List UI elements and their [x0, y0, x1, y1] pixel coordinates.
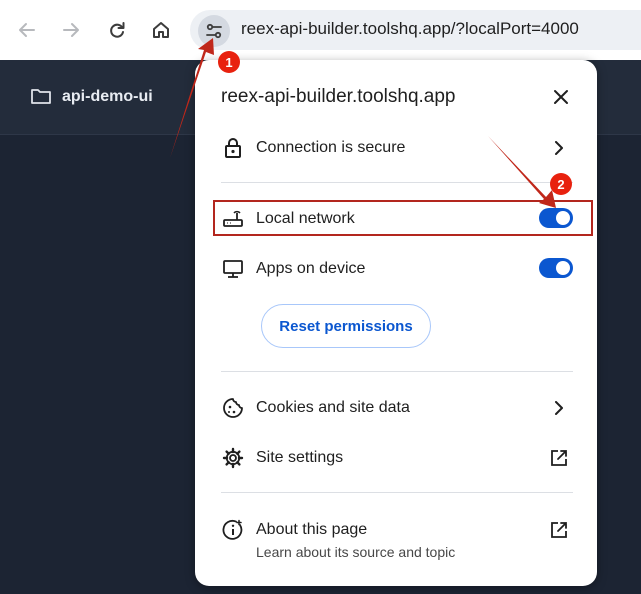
- site-info-button[interactable]: [198, 15, 230, 47]
- connection-row[interactable]: Connection is secure: [195, 128, 597, 168]
- folder-icon: [31, 89, 51, 104]
- reset-permissions-button[interactable]: Reset permissions: [261, 304, 431, 348]
- cookies-label: Cookies and site data: [256, 399, 410, 416]
- close-icon: [554, 90, 568, 104]
- step-badge-2: 2: [550, 173, 572, 195]
- highlight-box: [213, 200, 593, 236]
- about-label: About this page: [256, 521, 368, 538]
- home-icon: [153, 22, 169, 38]
- browser-toolbar: reex-api-builder.toolshq.app/?localPort=…: [0, 0, 641, 60]
- close-button[interactable]: [547, 83, 575, 111]
- back-arrow-icon: [19, 23, 35, 37]
- permission-row-apps-on-device: Apps on device: [195, 249, 597, 289]
- about-sublabel: Learn about its source and topic: [256, 544, 456, 560]
- divider: [221, 371, 573, 372]
- monitor-icon: [221, 257, 245, 281]
- cookies-row[interactable]: Cookies and site data: [195, 388, 597, 428]
- project-name[interactable]: api-demo-ui: [62, 88, 153, 106]
- site-settings-row[interactable]: Site settings: [195, 438, 597, 478]
- lock-icon: [221, 136, 245, 160]
- forward-button[interactable]: [55, 14, 87, 46]
- permission-label: Apps on device: [256, 260, 366, 277]
- connection-label: Connection is secure: [256, 139, 406, 156]
- site-settings-label: Site settings: [256, 449, 344, 466]
- popup-title: reex-api-builder.toolshq.app: [221, 86, 456, 107]
- divider: [221, 492, 573, 493]
- gear-icon: [221, 446, 245, 470]
- open-in-new-icon: [547, 446, 571, 470]
- step-badge-1: 1: [218, 51, 240, 73]
- reload-icon: [110, 22, 125, 38]
- tune-icon: [206, 23, 222, 39]
- chevron-right-icon: [547, 396, 571, 420]
- apps-on-device-toggle[interactable]: [539, 258, 573, 278]
- cookie-icon: [221, 396, 245, 420]
- info-icon: [221, 518, 245, 542]
- home-button[interactable]: [145, 14, 177, 46]
- forward-arrow-icon: [63, 23, 79, 37]
- open-in-new-icon: [547, 518, 571, 542]
- site-info-popup: reex-api-builder.toolshq.app Connection …: [195, 60, 597, 586]
- back-button[interactable]: [11, 14, 43, 46]
- reload-button[interactable]: [101, 14, 133, 46]
- divider: [221, 182, 573, 183]
- chevron-right-icon: [547, 136, 571, 160]
- url-text[interactable]: reex-api-builder.toolshq.app/?localPort=…: [241, 19, 579, 39]
